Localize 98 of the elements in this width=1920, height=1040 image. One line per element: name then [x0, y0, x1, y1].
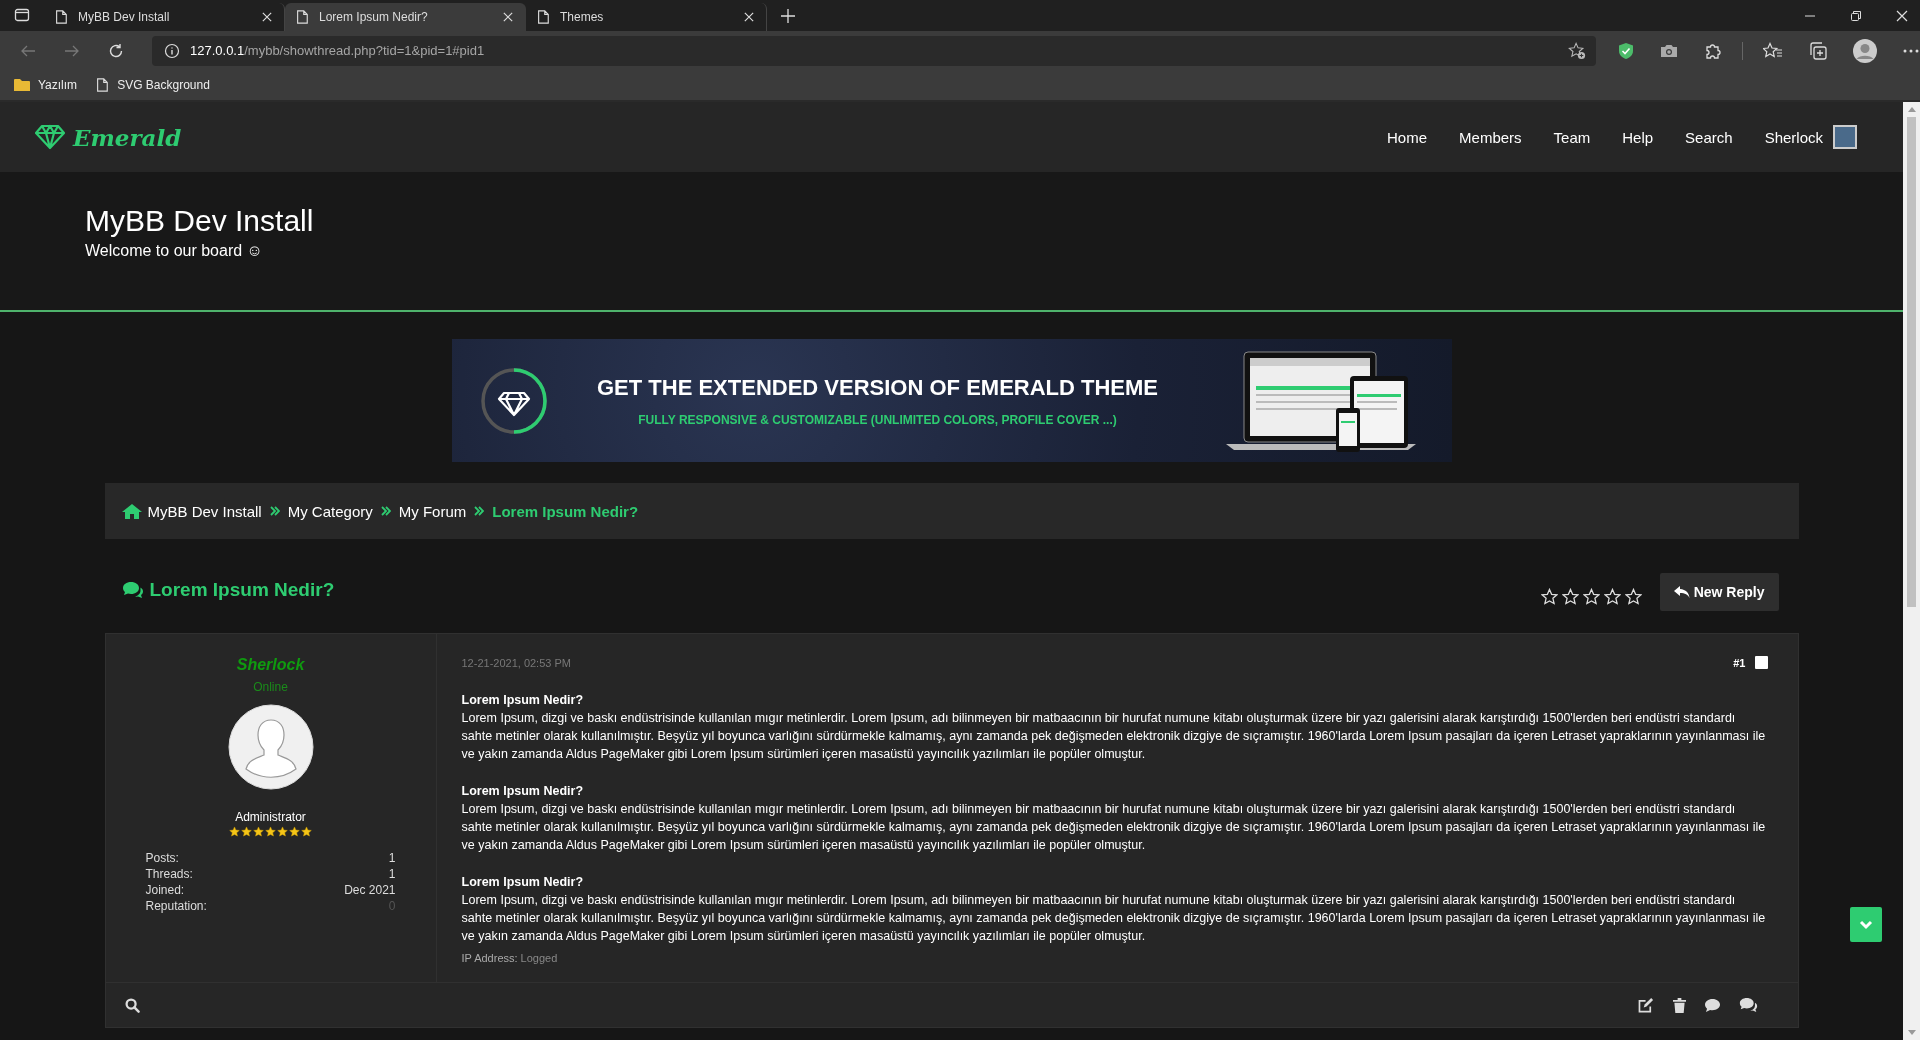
nav-link[interactable]: Help	[1622, 128, 1654, 146]
paragraph-text: Lorem Ipsum, dizgi ve baskı endüstrisinde kullanılan mıgır metinlerdir. Lorem Ipsum, adı bilinmeyen bir matbaacının bir hurufat numune kitabı oluşturmak üzere bir yazı galerisini alarak karıştırdığı 1500'lerden beri endüstri standardı sahte metinler olarak kullanılmıştır. Beşyüz yıl boyunca varlığını sürdürmekle kalmamış, aynı zamanda pek değişmeden elektronik dizgiye de sıçramıştır. 1960'larda Lorem Ipsum pasajları da içeren Letraset yapraklarının yayınlanması ile ve yakın zamanda Aldus PageMaker gibi Lorem Ipsum sürümleri içeren masaüstü yayıncılık yazılımları ile popüler olmuştur.	[461, 892, 1767, 945]
stat-label: Threads:	[145, 867, 194, 881]
tab-title: Lorem Ipsum Nedir?	[319, 10, 429, 24]
tab-title: Themes	[560, 10, 605, 24]
collections-icon[interactable]	[1809, 41, 1827, 60]
chevron-down-icon	[1859, 919, 1873, 930]
page-icon	[536, 10, 550, 24]
address-bar[interactable]: 127.0.0.1/mybb/showthread.php?tid=1&pid=1#pid1	[152, 35, 1596, 66]
search-icon[interactable]	[124, 997, 140, 1013]
close-icon[interactable]	[262, 12, 272, 22]
folder-icon	[14, 78, 30, 92]
page-icon	[295, 10, 309, 24]
speech-bubble-icon[interactable]	[1703, 997, 1721, 1013]
double-chevron-icon	[474, 506, 485, 516]
star-icon	[241, 826, 252, 837]
edit-icon[interactable]	[1637, 997, 1655, 1013]
avatar-image[interactable]	[1833, 125, 1857, 149]
star-icon	[289, 826, 300, 837]
online-status: Online	[253, 680, 288, 694]
user-link[interactable]: Sherlock	[1764, 128, 1823, 146]
stat-label: Reputation:	[145, 899, 208, 913]
home-icon[interactable]	[121, 503, 142, 519]
star-icon[interactable]	[1561, 587, 1579, 605]
breadcrumb-link[interactable]: My Forum	[398, 502, 467, 520]
restore-icon[interactable]	[1850, 9, 1862, 22]
chat-bubbles-icon	[121, 581, 144, 599]
favorites-icon[interactable]	[1763, 41, 1783, 60]
ip-address: IP Address: Logged	[461, 952, 559, 964]
add-favorite-icon[interactable]	[1568, 41, 1586, 60]
paragraph-text: Lorem Ipsum, dizgi ve baskı endüstrisinde kullanılan mıgır metinlerdir. Lorem Ipsum, adı bilinmeyen bir matbaacının bir hurufat numune kitabı oluşturmak üzere bir yazı galerisini alarak karıştırdığı 1500'lerden beri endüstri standardı sahte metinler olarak kullanılmıştır. Beşyüz yıl boyunca varlığını sürdürmekle kalmamış, aynı zamanda pek değişmeden elektronik dizgiye de sıçramıştır. 1960'larda Lorem Ipsum pasajları da içeren Letraset yapraklarının yayınlanması ile ve yakın zamanda Aldus PageMaker gibi Lorem Ipsum sürümleri içeren masaüstü yayıncılık yazılımları ile popüler olmuştur.	[461, 801, 1767, 854]
thread-title: Lorem Ipsum Nedir?	[149, 579, 335, 601]
select-checkbox[interactable]	[1754, 656, 1768, 669]
trash-icon[interactable]	[1672, 997, 1686, 1013]
bookmark[interactable]: SVG Background	[95, 78, 210, 92]
stat-value: 1	[387, 867, 396, 881]
star-icon[interactable]	[1540, 587, 1558, 605]
paragraph-heading: Lorem Ipsum Nedir?	[461, 874, 585, 891]
star-icon[interactable]	[1603, 587, 1621, 605]
close-icon[interactable]	[1896, 9, 1908, 22]
close-icon[interactable]	[503, 12, 513, 22]
camera-icon[interactable]	[1660, 42, 1678, 59]
scrollbar[interactable]	[1903, 102, 1920, 1040]
stat-value: Dec 2021	[344, 883, 396, 897]
stat-label: Joined:	[145, 883, 186, 897]
tab-title: MyBB Dev Install	[78, 10, 171, 24]
board-subtitle: Welcome to our board ☺	[85, 242, 264, 260]
chat-bubbles-icon[interactable]	[1738, 997, 1758, 1013]
banner-ad[interactable]: GET THE EXTENDED VERSION OF EMERALD THEME FULLY RESPONSIVE & CUSTOMIZABLE (UNLIMITED COLORS, PROFILE COVER ...)	[451, 339, 1452, 462]
reload-icon[interactable]	[108, 42, 124, 59]
tab-actions-icon[interactable]	[14, 7, 30, 23]
board-title: MyBB Dev Install	[85, 204, 315, 238]
breadcrumb-link[interactable]: My Category	[287, 502, 373, 520]
nav-link[interactable]: Home	[1387, 128, 1428, 146]
double-chevron-icon	[269, 506, 280, 516]
info-icon[interactable]	[164, 42, 180, 59]
gem-icon[interactable]	[35, 124, 65, 150]
reply-arrow-icon	[1673, 585, 1690, 599]
banner-headline: GET THE EXTENDED VERSION OF EMERALD THEME	[597, 374, 1159, 401]
diamond-emblem-icon	[479, 366, 548, 435]
more-icon[interactable]	[1903, 48, 1919, 53]
star-icon[interactable]	[1582, 587, 1600, 605]
double-chevron-icon	[380, 506, 391, 516]
stat-value: 1	[387, 851, 396, 865]
page-icon	[95, 78, 110, 92]
star-icon	[265, 826, 276, 837]
page-icon	[54, 10, 68, 24]
breadcrumb-link[interactable]: Lorem Ipsum Nedir?	[492, 502, 639, 520]
banner-tagline: FULLY RESPONSIVE & CUSTOMIZABLE (UNLIMITED COLORS, PROFILE COVER ...)	[638, 412, 1117, 427]
new-reply-button[interactable]: New Reply	[1659, 573, 1779, 611]
author-name[interactable]: Sherlock	[236, 656, 305, 674]
nav-link[interactable]: Search	[1685, 128, 1733, 146]
star-icon	[277, 826, 288, 837]
post-date: 12-21-2021, 02:53 PM	[461, 656, 571, 669]
shield-icon[interactable]	[1618, 41, 1634, 60]
plus-icon[interactable]	[781, 9, 795, 23]
paragraph-heading: Lorem Ipsum Nedir?	[461, 692, 585, 709]
user-role: Administrator	[235, 810, 306, 824]
star-icon	[229, 826, 240, 837]
paragraph-heading: Lorem Ipsum Nedir?	[461, 783, 585, 800]
stat-label: Posts:	[145, 851, 180, 865]
star-icon	[253, 826, 264, 837]
breadcrumb-link[interactable]: MyBB Dev Install	[147, 502, 262, 520]
nav-link[interactable]: Members	[1459, 128, 1522, 146]
site-logo[interactable]: Emerald	[73, 123, 182, 151]
star-rating[interactable]	[1540, 587, 1642, 605]
profile-avatar-icon[interactable]	[1853, 38, 1877, 63]
post-number-link[interactable]: #1	[1733, 656, 1746, 669]
star-icon[interactable]	[1624, 587, 1642, 605]
nav-link[interactable]: Team	[1553, 128, 1591, 146]
puzzle-icon[interactable]	[1704, 41, 1722, 60]
close-icon[interactable]	[744, 12, 754, 22]
paragraph-text: Lorem Ipsum, dizgi ve baskı endüstrisinde kullanılan mıgır metinlerdir. Lorem Ipsum, adı bilinmeyen bir matbaacının bir hurufat numune kitabı oluşturmak üzere bir yazı galerisini alarak karıştırdığı 1500'lerden beri endüstri standardı sahte metinler olarak kullanılmıştır. Beşyüz yıl boyunca varlığını sürdürmekle kalmamış, aynı zamanda pek değişmeden elektronik dizgiye de sıçramıştır. 1960'larda Lorem Ipsum pasajları da içeren Letraset yapraklarının yayınlanması ile ve yakın zamanda Aldus PageMaker gibi Lorem Ipsum sürümleri içeren masaüstü yayıncılık yazılımları ile popüler olmuştur.	[461, 710, 1767, 763]
scrollbar-thumb[interactable]	[1907, 117, 1916, 607]
bookmark[interactable]: Yazılım	[14, 78, 78, 92]
star-icon	[301, 826, 312, 837]
url-text: 127.0.0.1/mybb/showthread.php?tid=1&pid=1#pid1	[190, 43, 486, 58]
browser-tab[interactable]: Lorem Ipsum Nedir?	[285, 3, 526, 31]
